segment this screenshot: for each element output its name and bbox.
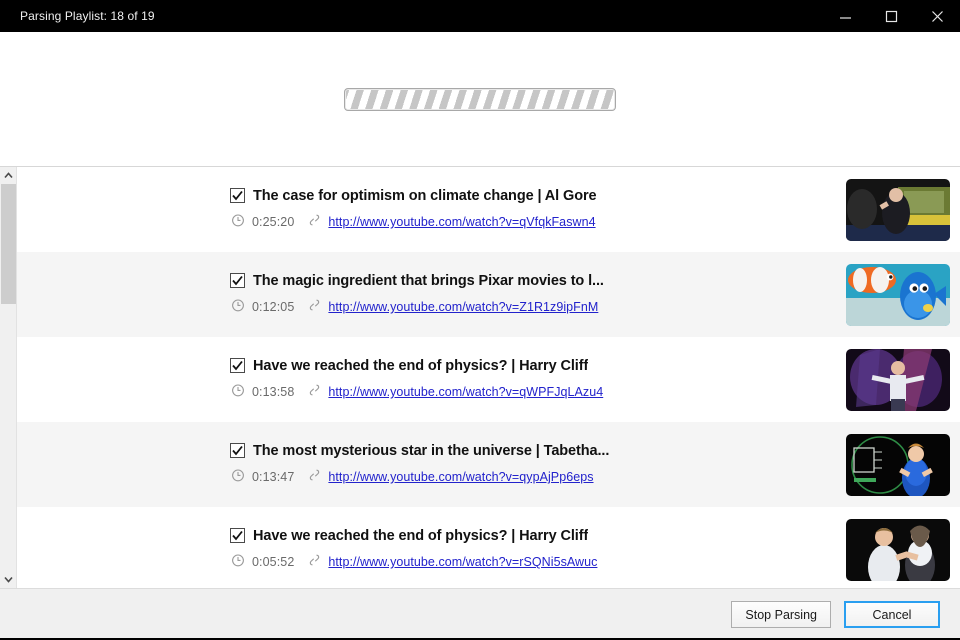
scrollbar-thumb[interactable] [1,184,16,304]
clock-icon [231,468,245,487]
stop-parsing-button[interactable]: Stop Parsing [731,601,831,628]
close-button[interactable] [914,0,960,32]
table-row[interactable]: The most mysterious star in the universe… [17,422,960,507]
video-duration: 0:05:52 [252,555,295,569]
title-bar: Parsing Playlist: 18 of 19 [0,0,960,32]
indeterminate-progress-bar [344,88,616,111]
table-row[interactable]: Have we reached the end of physics? | Ha… [17,337,960,422]
video-duration: 0:25:20 [252,215,295,229]
row-meta-line: 0:13:47 http://www.youtube.com/watch?v=q… [230,468,832,487]
row-title-line: The magic ingredient that brings Pixar m… [230,273,832,289]
playlist-rows[interactable]: The case for optimism on climate change … [17,167,960,588]
video-url-link[interactable]: http://www.youtube.com/watch?v=qypAjPp6e… [328,470,593,484]
vertical-scrollbar[interactable] [0,167,17,588]
video-title: The most mysterious star in the universe… [253,442,610,459]
scroll-down-arrow[interactable] [0,571,16,588]
row-checkbox[interactable] [230,443,245,458]
row-meta-line: 0:25:20 http://www.youtube.com/watch?v=q… [230,213,832,232]
video-url-link[interactable]: http://www.youtube.com/watch?v=qWPFJqLAz… [328,385,603,399]
row-content: The case for optimism on climate change … [230,188,832,232]
progress-area [0,32,960,166]
row-checkbox[interactable] [230,528,245,543]
video-duration: 0:13:58 [252,385,295,399]
clock-icon [231,213,245,232]
link-icon [308,468,321,487]
row-title-line: The most mysterious star in the universe… [230,443,832,459]
video-url-link[interactable]: http://www.youtube.com/watch?v=rSQNi5sAw… [328,555,597,569]
clock-icon [231,298,245,317]
clock-icon [231,553,245,572]
row-content: Have we reached the end of physics? | Ha… [230,358,832,402]
row-title-line: The case for optimism on climate change … [230,188,832,204]
row-content: The most mysterious star in the universe… [230,443,832,487]
video-title: The case for optimism on climate change … [253,187,597,204]
maximize-button[interactable] [868,0,914,32]
video-thumbnail[interactable] [846,433,950,496]
video-url-link[interactable]: http://www.youtube.com/watch?v=qVfqkFasw… [328,215,595,229]
link-icon [308,213,321,232]
link-icon [308,553,321,572]
video-title: The magic ingredient that brings Pixar m… [253,272,604,289]
video-thumbnail[interactable] [846,518,950,581]
playlist-list-area: The case for optimism on climate change … [0,166,960,588]
row-title-line: Have we reached the end of physics? | Ha… [230,528,832,544]
footer-bar: Stop Parsing Cancel [0,588,960,640]
parsing-playlist-window: Parsing Playlist: 18 of 19 The case for … [0,0,960,640]
cancel-button[interactable]: Cancel [844,601,940,628]
row-meta-line: 0:13:58 http://www.youtube.com/watch?v=q… [230,383,832,402]
video-thumbnail[interactable] [846,263,950,326]
row-content: Have we reached the end of physics? | Ha… [230,528,832,572]
video-title: Have we reached the end of physics? | Ha… [253,357,589,374]
minimize-button[interactable] [822,0,868,32]
scroll-up-arrow[interactable] [0,167,16,184]
table-row[interactable]: Have we reached the end of physics? | Ha… [17,507,960,588]
video-title: Have we reached the end of physics? | Ha… [253,527,589,544]
row-checkbox[interactable] [230,358,245,373]
row-title-line: Have we reached the end of physics? | Ha… [230,358,832,374]
link-icon [308,298,321,317]
clock-icon [231,383,245,402]
table-row[interactable]: The case for optimism on climate change … [17,167,960,252]
row-checkbox[interactable] [230,188,245,203]
row-meta-line: 0:05:52 http://www.youtube.com/watch?v=r… [230,553,832,572]
row-meta-line: 0:12:05 http://www.youtube.com/watch?v=Z… [230,298,832,317]
row-checkbox[interactable] [230,273,245,288]
video-url-link[interactable]: http://www.youtube.com/watch?v=Z1R1z9ipF… [328,300,598,314]
window-title: Parsing Playlist: 18 of 19 [20,9,155,23]
scrollbar-track[interactable] [0,184,16,571]
table-row[interactable]: The magic ingredient that brings Pixar m… [17,252,960,337]
video-duration: 0:13:47 [252,470,295,484]
video-duration: 0:12:05 [252,300,295,314]
video-thumbnail[interactable] [846,178,950,241]
video-thumbnail[interactable] [846,348,950,411]
row-content: The magic ingredient that brings Pixar m… [230,273,832,317]
link-icon [308,383,321,402]
